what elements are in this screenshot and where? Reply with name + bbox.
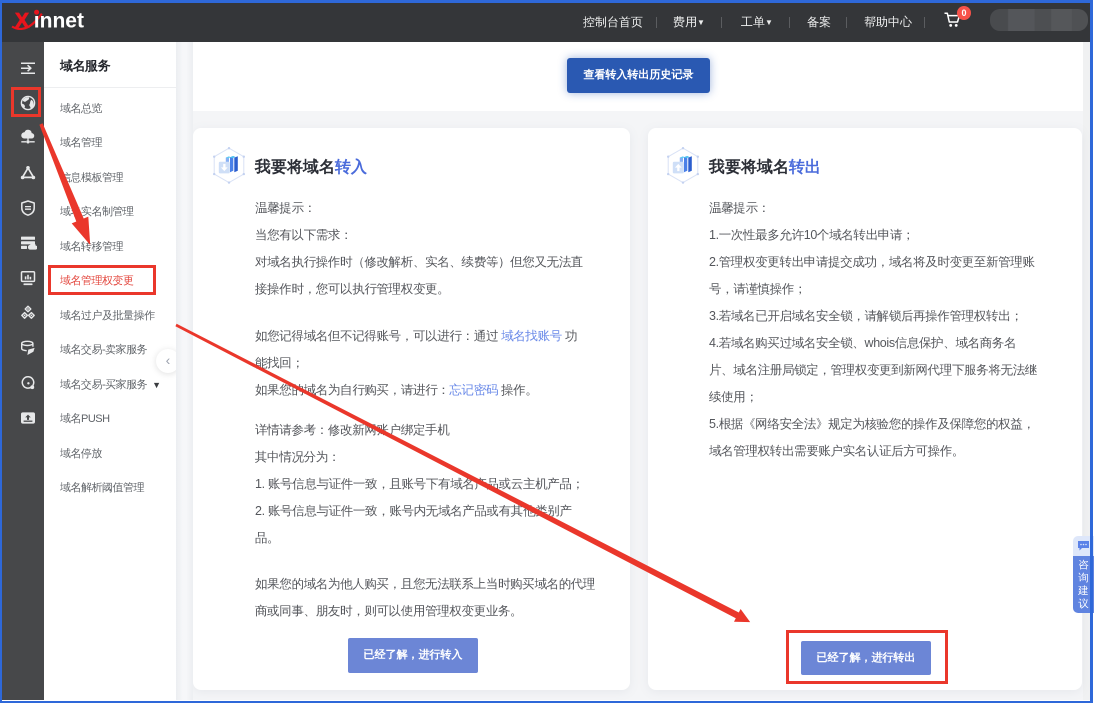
svg-text:ınnet: ınnet [34, 10, 84, 33]
